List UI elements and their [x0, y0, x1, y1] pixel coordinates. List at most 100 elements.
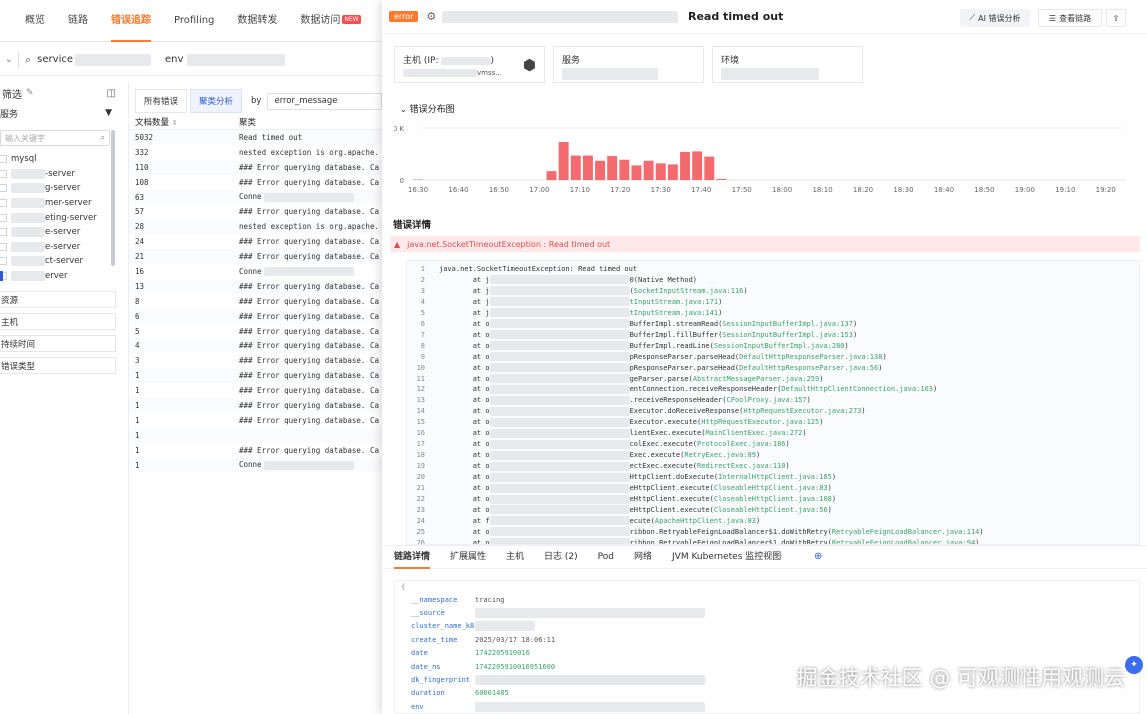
checkbox[interactable] — [0, 155, 7, 164]
service-facet-item[interactable]: ct-server — [0, 254, 122, 269]
table-row[interactable]: 1 ### Error querying database. Caus — [129, 443, 382, 458]
chevron-down-icon[interactable]: ⌄ — [0, 54, 18, 65]
table-row[interactable]: 1 ### Error querying database. Caus — [129, 368, 382, 384]
checkbox[interactable] — [0, 213, 7, 222]
nav-item[interactable]: 错误追踪 — [111, 0, 151, 42]
table-row[interactable]: 63 Conne — [129, 189, 382, 205]
column-header-count[interactable]: 文档数量 ⇕ — [129, 116, 239, 129]
checkbox[interactable] — [0, 257, 7, 266]
detail-tab[interactable]: 日志 (2) — [544, 545, 578, 569]
sort-icon[interactable]: ⇕ — [172, 119, 178, 127]
facet-section[interactable]: 持续时间 — [0, 335, 116, 353]
nav-item[interactable]: 数据访问 NEW — [300, 0, 361, 42]
facet-section[interactable]: 资源 — [0, 291, 116, 309]
stack-source-link[interactable]: ProtocolExec.java:186 — [697, 440, 786, 448]
stack-source-link[interactable]: tInputStream.java:171 — [630, 298, 719, 306]
share-button[interactable]: ⇧ — [1106, 9, 1126, 27]
table-row[interactable]: 5 ### Error querying database. Caus — [129, 324, 382, 339]
nav-item[interactable]: 概览 — [25, 0, 45, 42]
stack-source-link[interactable]: DefaultHttpResponseParser.java:138 — [739, 353, 882, 361]
stack-source-link[interactable]: DefaultHttpClientConnection.java:163 — [781, 385, 933, 393]
stack-source-link[interactable]: RedirectExec.java:110 — [697, 462, 786, 470]
service-facet-item[interactable]: mer-server — [0, 196, 122, 211]
env-filter-value[interactable] — [187, 53, 286, 66]
nav-item[interactable]: 链路 — [68, 0, 88, 42]
table-row[interactable]: 6 ### Error querying database. Caus — [129, 308, 382, 324]
assistant-fab-icon[interactable]: ✦ — [1125, 656, 1143, 674]
stack-source-link[interactable]: SessionInputBufferImpl.java:153 — [722, 331, 853, 339]
edit-icon[interactable]: ✎ — [26, 88, 34, 98]
checkbox[interactable] — [0, 184, 7, 193]
table-row[interactable]: 5032 Read timed out — [129, 130, 382, 145]
table-row[interactable]: 8 ### Error querying database. Caus — [129, 294, 382, 309]
stack-source-link[interactable]: RetryableFeignLoadBalancer.java:114 — [832, 528, 980, 536]
facet-section[interactable]: 错误类型 — [0, 357, 116, 375]
service-facet-item[interactable]: e-server — [0, 225, 122, 240]
stack-source-link[interactable]: tInputStream.java:141 — [630, 309, 719, 317]
service-facet-item[interactable]: eting-server — [0, 210, 122, 225]
checkbox[interactable] — [0, 228, 7, 237]
stack-source-link[interactable]: MainClientExec.java:272 — [705, 429, 802, 437]
detail-tab[interactable]: 主机 — [506, 545, 524, 569]
detail-tab[interactable]: Pod — [598, 545, 614, 569]
table-row[interactable]: 4 ### Error querying database. Caus — [129, 338, 382, 354]
stack-source-link[interactable]: SocketInputStream.java:116 — [634, 287, 744, 295]
ai-analysis-button[interactable]: ⟋ AI 错误分析 — [960, 9, 1030, 27]
stack-source-link[interactable]: ApacheHttpClient.java:83 — [655, 517, 756, 525]
table-row[interactable]: 1 Conne — [129, 457, 382, 473]
checkbox[interactable] — [0, 242, 7, 251]
collapse-panel-icon[interactable]: ◫ — [107, 88, 116, 99]
detail-tab[interactable]: JVM Kubernetes 监控视图 — [672, 545, 781, 569]
service-filter-label[interactable]: service — [37, 54, 73, 65]
stack-source-link[interactable]: SessionInputBufferImpl.java:137 — [722, 320, 853, 328]
stack-source-link[interactable]: SessionInputBufferImpl.java:280 — [714, 342, 845, 350]
table-row[interactable]: 1 ### Error querying database. Caus — [129, 413, 382, 428]
stack-source-link[interactable]: AbstractMessageParser.java:259 — [693, 375, 819, 383]
table-row[interactable]: 1 ### Error querying database. Caus — [129, 398, 382, 413]
table-row[interactable]: 108 ### Error querying database. Caus — [129, 175, 382, 190]
stack-source-link[interactable]: CPoolProxy.java:157 — [727, 396, 807, 404]
view-trace-button[interactable]: ☰ 查看链路 — [1038, 9, 1102, 27]
host-card[interactable]: 主机 (IP:) vmss... ⬢ — [394, 46, 545, 83]
table-row[interactable]: 57 ### Error querying database. Caus — [129, 204, 382, 219]
facet-section[interactable]: 主机 — [0, 313, 116, 331]
settings-icon[interactable]: ⚙ — [426, 10, 436, 23]
table-row[interactable]: 332 nested exception is org.apache.ib — [129, 145, 382, 160]
group-by-select[interactable]: error_message — [267, 92, 382, 110]
table-row[interactable]: 1 ### Error querying database. Caus — [129, 383, 382, 398]
stack-source-link[interactable]: CloseableHttpClient.java:108 — [714, 495, 832, 503]
stack-source-link[interactable]: InternalHttpClient.java:185 — [718, 473, 832, 481]
detail-tab[interactable]: 链路详情 — [394, 545, 431, 569]
tab-cluster-analysis[interactable]: 聚类分析 — [190, 89, 243, 113]
checkbox[interactable] — [0, 169, 7, 178]
env-card[interactable]: 环境 — [712, 46, 863, 83]
service-facet-header[interactable]: 服务 ▼ — [0, 104, 122, 122]
service-facet-item[interactable]: mysql — [0, 152, 122, 167]
service-filter-value[interactable] — [75, 53, 151, 66]
table-row[interactable]: 16 Conne — [129, 264, 382, 279]
stack-source-link[interactable]: CloseableHttpClient.java:56 — [714, 506, 828, 514]
service-facet-item[interactable]: g-server — [0, 181, 122, 196]
table-row[interactable]: 1 — [129, 427, 382, 443]
scrollbar[interactable] — [111, 130, 115, 266]
nav-item[interactable]: Profiling — [174, 0, 214, 42]
detail-tab[interactable]: 网络 — [634, 545, 652, 569]
service-facet-item[interactable]: -server — [0, 167, 122, 182]
tab-all-errors[interactable]: 所有错误 — [135, 89, 188, 113]
table-row[interactable]: 110 ### Error querying database. Caus — [129, 159, 382, 175]
service-card[interactable]: 服务 — [553, 46, 704, 83]
stack-source-link[interactable]: HttpRequestExecutor.java:125 — [701, 418, 819, 426]
stack-source-link[interactable]: HttpRequestExecutor.java:273 — [743, 407, 861, 415]
table-row[interactable]: 28 nested exception is org.apache.ib — [129, 219, 382, 235]
table-row[interactable]: 21 ### Error querying database. Caus — [129, 249, 382, 265]
detail-tab[interactable]: 扩展属性 — [450, 545, 486, 569]
stack-source-link[interactable]: DefaultHttpResponseParser.java:56 — [739, 364, 878, 372]
filter-icon[interactable]: ▼ — [105, 108, 112, 118]
nav-item[interactable]: 数据转发 — [237, 0, 277, 42]
table-row[interactable]: 24 ### Error querying database. Caus — [129, 234, 382, 249]
stack-source-link[interactable]: CloseableHttpClient.java:83 — [714, 484, 828, 492]
service-facet-item[interactable]: e-server — [0, 240, 122, 255]
facet-search-input[interactable]: 输入关键字 ⌕ — [0, 130, 110, 146]
stack-source-link[interactable]: RetryExec.java:89 — [684, 451, 756, 459]
table-row[interactable]: 13 ### Error querying database. Caus — [129, 278, 382, 294]
